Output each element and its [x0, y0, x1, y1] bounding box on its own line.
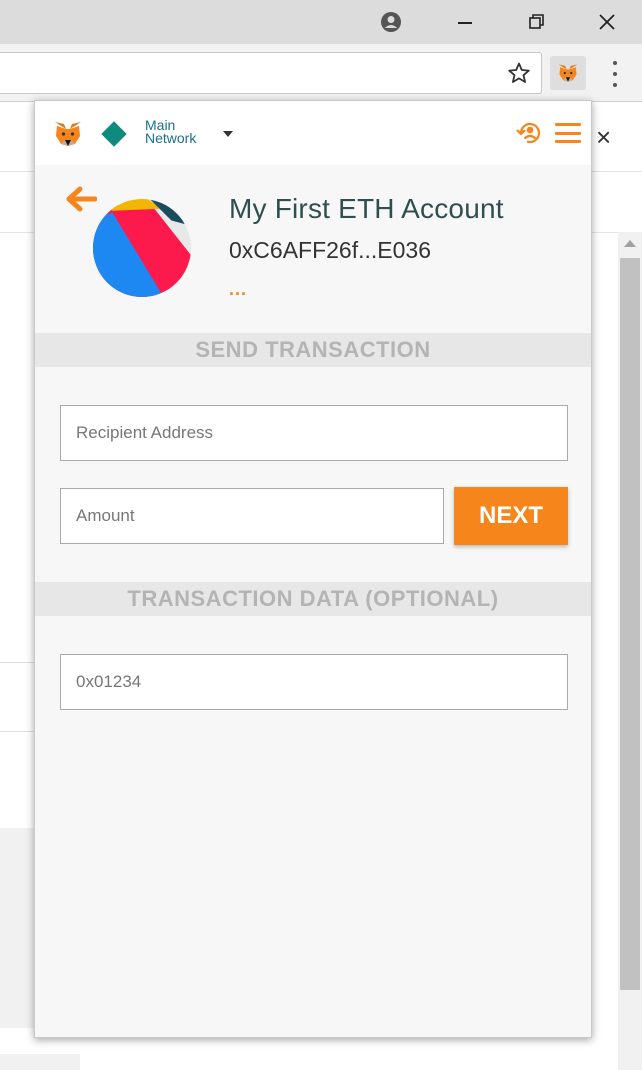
scrollbar-thumb[interactable] [620, 258, 640, 990]
send-transaction-title: SEND TRANSACTION [35, 333, 591, 367]
transaction-data-title: TRANSACTION DATA (OPTIONAL) [35, 582, 591, 616]
next-button[interactable]: NEXT [454, 487, 568, 545]
account-circle-icon[interactable] [356, 0, 426, 44]
scroll-up-icon[interactable] [624, 240, 636, 247]
network-selector[interactable]: Main Network [145, 118, 197, 146]
background-panel-grey-bottom [0, 1054, 80, 1070]
background-panel [0, 662, 34, 732]
popup-header: Main Network [35, 101, 591, 165]
browser-toolbar [0, 44, 642, 102]
browser-titlebar [0, 0, 642, 44]
metamask-popup: Main Network My First ETH Account 0xC6AF… [34, 100, 592, 1038]
star-icon[interactable] [507, 61, 531, 90]
back-arrow-icon[interactable] [65, 185, 97, 213]
switch-account-icon[interactable] [515, 119, 545, 147]
background-close-icon[interactable]: × [596, 122, 611, 153]
account-more-button[interactable]: ... [229, 279, 247, 300]
close-icon[interactable] [572, 0, 642, 44]
metamask-fox-icon[interactable] [53, 119, 83, 149]
minimize-icon[interactable] [430, 0, 500, 44]
caret-down-icon[interactable] [223, 131, 233, 137]
kebab-menu-icon[interactable] [605, 58, 625, 90]
metamask-fox-icon [558, 64, 578, 82]
hamburger-menu-icon[interactable] [555, 123, 581, 143]
amount-field[interactable]: Amount [60, 488, 444, 544]
recipient-address-field[interactable]: Recipient Address [60, 405, 568, 461]
transaction-data-field[interactable]: 0x01234 [60, 654, 568, 710]
account-identicon[interactable] [93, 199, 191, 297]
network-label-line2: Network [145, 130, 197, 146]
restore-icon[interactable] [502, 0, 572, 44]
account-name: My First ETH Account [229, 193, 504, 224]
background-panel-grey [0, 828, 34, 1028]
account-address[interactable]: 0xC6AFF26f...E036 [229, 237, 431, 264]
address-bar[interactable] [0, 52, 542, 94]
metamask-extension-button[interactable] [550, 56, 586, 90]
network-diamond-icon[interactable] [101, 121, 127, 147]
